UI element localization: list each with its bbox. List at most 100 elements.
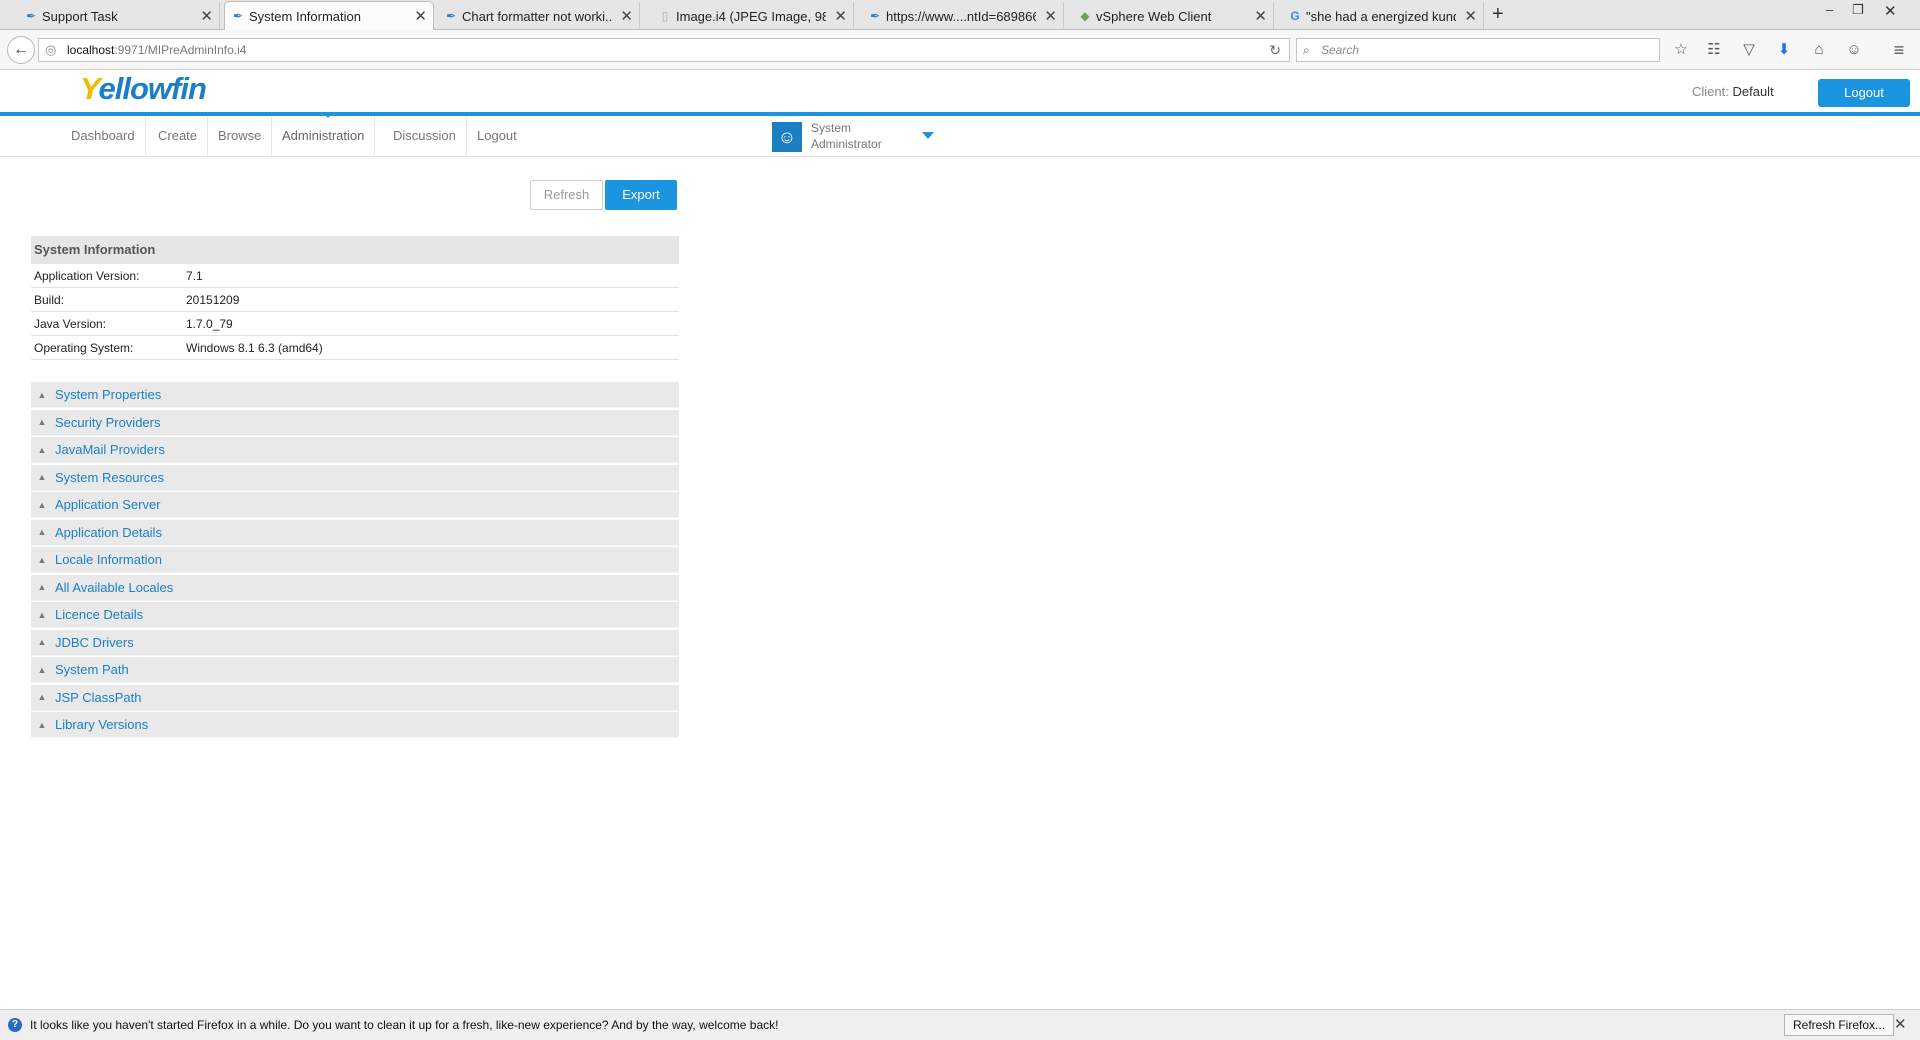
user-name-line1: System — [811, 121, 852, 135]
section-label: JavaMail Providers — [55, 442, 165, 457]
section-locale-information[interactable]: ▲ Locale Information — [31, 547, 679, 573]
close-icon[interactable]: ✕ — [834, 7, 847, 25]
section-label: Locale Information — [55, 552, 162, 567]
tab-label: Chart formatter not worki... — [462, 8, 612, 24]
window-close-icon[interactable]: ✕ — [1884, 2, 1897, 20]
pocket-icon[interactable]: ▽ — [1738, 39, 1760, 61]
section-label: Library Versions — [55, 717, 149, 732]
panel-title: System Information — [31, 236, 679, 264]
notification-message: It looks like you haven't started Firefo… — [30, 1018, 779, 1032]
section-label: Application Details — [55, 524, 162, 540]
new-tab-icon[interactable]: + — [1492, 3, 1504, 26]
refresh-button[interactable]: Refresh — [530, 180, 603, 210]
vsphere-icon: ◆ — [1080, 9, 1090, 23]
chevron-up-icon: ▲ — [37, 692, 47, 702]
browser-tab[interactable]: ✒ Support Task ✕ — [18, 2, 220, 30]
close-icon[interactable]: ✕ — [620, 7, 633, 25]
chevron-up-icon: ▲ — [37, 499, 47, 510]
section-application-details[interactable]: ▲ Application Details — [31, 519, 679, 546]
browser-tab[interactable]: ✒ Chart formatter not worki... ✕ — [438, 2, 640, 30]
google-icon: G — [1290, 9, 1300, 23]
system-information-panel: System Information Application Version: … — [31, 236, 679, 360]
info-value: 20151209 — [186, 293, 240, 307]
browser-navigation-bar: ← ◎ localhost:9971/MIPreAdminInfo.i4 ↻ ⌕… — [0, 30, 1920, 70]
nav-create[interactable]: Create — [148, 116, 209, 157]
chevron-up-icon: ▲ — [37, 389, 47, 400]
section-javamail-providers[interactable]: ▲ JavaMail Providers — [31, 437, 679, 463]
section-label: Security Providers — [55, 414, 161, 430]
close-icon[interactable]: ✕ — [414, 7, 427, 25]
chevron-up-icon: ▲ — [37, 719, 47, 730]
section-label: All Available Locales — [55, 579, 174, 595]
globe-icon: ◎ — [45, 42, 57, 57]
minimize-icon[interactable]: – — [1826, 2, 1833, 17]
user-avatar[interactable]: ☺ — [772, 122, 802, 152]
section-jdbc-drivers[interactable]: ▲ JDBC Drivers — [31, 629, 679, 656]
main-navigation: Dashboard Create Browse Administration D… — [0, 112, 1920, 157]
feather-icon: ✒ — [25, 9, 37, 23]
tab-label: Support Task — [42, 8, 118, 24]
info-row: Application Version: 7.1 — [31, 264, 679, 288]
bookmark-star-icon[interactable]: ☆ — [1670, 39, 1692, 61]
nav-browse[interactable]: Browse — [208, 116, 273, 157]
section-security-providers[interactable]: ▲ Security Providers — [31, 409, 679, 436]
logout-button[interactable]: Logout — [1818, 79, 1910, 107]
section-application-server[interactable]: ▲ Application Server — [31, 492, 679, 518]
nav-dashboard[interactable]: Dashboard — [61, 116, 146, 157]
user-menu-chevron-down-icon[interactable] — [922, 132, 934, 139]
yellowfin-logo[interactable]: Yellowfin — [80, 71, 207, 107]
info-key: Operating System: — [34, 341, 134, 355]
section-jsp-classpath[interactable]: ▲ JSP ClassPath — [31, 684, 679, 711]
section-system-resources[interactable]: ▲ System Resources — [31, 464, 679, 491]
chevron-up-icon: ▲ — [37, 554, 47, 565]
user-name-line2: Administrator — [811, 137, 882, 151]
download-icon[interactable]: ⬇ — [1773, 39, 1795, 61]
refresh-firefox-button[interactable]: Refresh Firefox... — [1784, 1014, 1895, 1036]
close-icon[interactable]: ✕ — [200, 7, 213, 25]
user-name[interactable]: System Administrator — [811, 120, 882, 152]
hamburger-menu-icon[interactable]: ≡ — [1888, 39, 1910, 61]
browser-tab-strip: ✒ Support Task ✕ ✒ System Information ✕ … — [0, 0, 1920, 31]
restore-icon[interactable]: ❐ — [1852, 2, 1864, 18]
feather-icon: ✒ — [232, 9, 244, 23]
chat-icon[interactable]: ☺ — [1843, 39, 1865, 61]
browser-tab[interactable]: G "she had a energized kund... ✕ — [1282, 2, 1484, 30]
reload-icon[interactable]: ↻ — [1269, 39, 1281, 61]
back-arrow-icon[interactable]: ← — [7, 36, 35, 64]
browser-tab[interactable]: ▯ Image.i4 (JPEG Image, 987... ✕ — [652, 2, 854, 30]
nav-discussion[interactable]: Discussion — [383, 116, 467, 157]
search-icon: ⌕ — [1303, 43, 1310, 57]
client-indicator: Client: Default — [1692, 84, 1774, 99]
search-input[interactable]: ⌕ Search — [1296, 38, 1660, 62]
browser-tab-active[interactable]: ✒ System Information ✕ — [224, 1, 434, 31]
client-value: Default — [1732, 84, 1774, 99]
home-icon[interactable]: ⌂ — [1808, 39, 1830, 61]
close-icon[interactable]: ✕ — [1464, 7, 1477, 25]
chevron-up-icon: ▲ — [37, 417, 47, 427]
nav-administration[interactable]: Administration — [272, 116, 376, 157]
section-label: Application Server — [55, 497, 161, 512]
close-icon[interactable]: ✕ — [1044, 7, 1057, 25]
section-label: JDBC Drivers — [55, 634, 134, 650]
section-library-versions[interactable]: ▲ Library Versions — [31, 712, 679, 738]
close-icon[interactable]: ✕ — [1254, 7, 1267, 25]
info-key: Build: — [34, 293, 65, 307]
browser-tab[interactable]: ✒ https://www....ntId=689866 ✕ — [862, 2, 1064, 30]
info-row: Build: 20151209 — [31, 288, 679, 312]
tab-label: vSphere Web Client — [1096, 8, 1212, 24]
browser-tab[interactable]: ◆ vSphere Web Client ✕ — [1072, 2, 1274, 30]
collapsible-sections: ▲ System Properties ▲ Security Providers ▲… — [31, 382, 679, 740]
close-icon[interactable]: ✕ — [1894, 1010, 1907, 1040]
section-all-available-locales[interactable]: ▲ All Available Locales — [31, 574, 679, 601]
section-system-properties[interactable]: ▲ System Properties — [31, 382, 679, 408]
blank-page-icon: ▯ — [661, 9, 669, 23]
nav-logout[interactable]: Logout — [467, 116, 527, 157]
address-bar[interactable]: ◎ localhost:9971/MIPreAdminInfo.i4 ↻ — [38, 38, 1290, 62]
section-licence-details[interactable]: ▲ Licence Details — [31, 602, 679, 628]
section-system-path[interactable]: ▲ System Path — [31, 657, 679, 683]
info-key: Java Version: — [34, 317, 107, 331]
export-button[interactable]: Export — [605, 180, 677, 210]
tab-label: "she had a energized kund... — [1306, 8, 1456, 24]
reading-list-icon[interactable]: ☷ — [1703, 39, 1725, 61]
info-key: Application Version: — [34, 269, 140, 283]
